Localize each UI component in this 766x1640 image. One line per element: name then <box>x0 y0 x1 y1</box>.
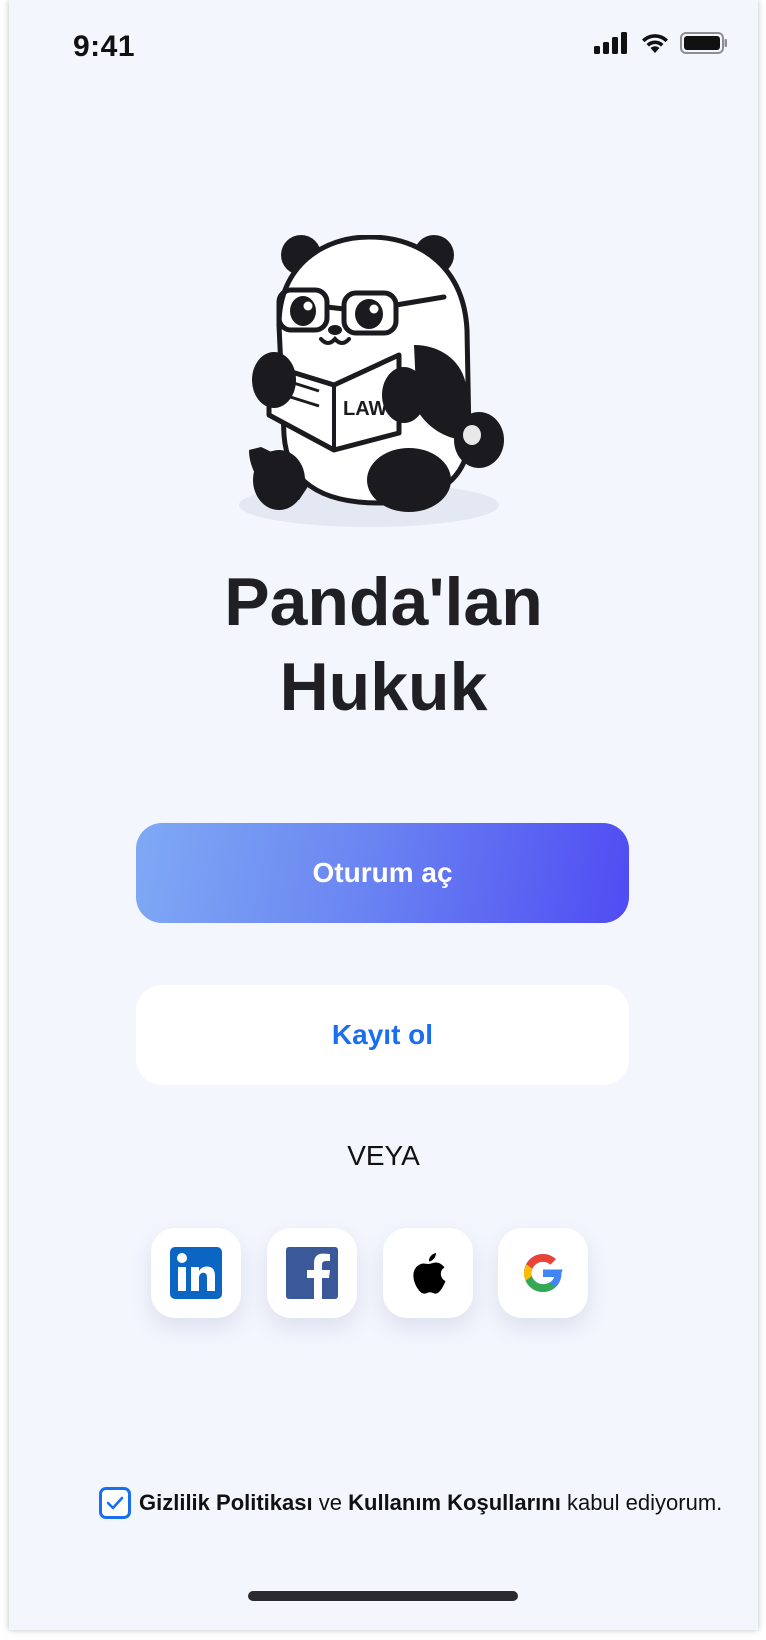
signal-icon <box>594 32 627 54</box>
apple-icon <box>413 1253 446 1294</box>
privacy-policy-link[interactable]: Gizlilik Politikası <box>139 1490 313 1516</box>
status-icons <box>594 32 728 54</box>
home-indicator[interactable] <box>248 1591 518 1601</box>
wifi-icon <box>642 34 668 53</box>
apple-login-button[interactable] <box>383 1228 473 1318</box>
terms-suffix-text: kabul ediyorum. <box>566 1490 723 1515</box>
google-icon <box>524 1254 563 1292</box>
status-time: 9:41 <box>73 30 136 63</box>
terms-consent: Gizlilik Politikası ve Kullanım Koşullar… <box>99 1487 738 1519</box>
app-title-line-1: Panda'lan <box>224 564 543 640</box>
facebook-icon <box>286 1247 338 1299</box>
social-login-row <box>9 1228 758 1320</box>
google-login-button[interactable] <box>498 1228 588 1318</box>
or-divider-text: VEYA <box>347 1140 420 1171</box>
linkedin-icon <box>170 1247 222 1299</box>
terms-connector-text: ve <box>318 1490 342 1515</box>
linkedin-login-button[interactable] <box>151 1228 241 1318</box>
check-icon <box>106 1496 124 1510</box>
battery-icon <box>680 32 727 54</box>
terms-of-use-link[interactable]: Kullanım Koşullarını <box>348 1490 561 1516</box>
terms-checkbox[interactable] <box>99 1487 131 1519</box>
phone-screen: 9:41 LAW Panda'lan Hukuk Oturum aç Kayıt… <box>9 0 758 1630</box>
app-title-line-2: Hukuk <box>279 649 488 725</box>
panda-mascot-illustration: LAW <box>239 235 504 527</box>
login-button[interactable]: Oturum aç <box>136 823 629 923</box>
book-label: LAW <box>343 398 388 420</box>
facebook-login-button[interactable] <box>267 1228 357 1318</box>
signup-button[interactable]: Kayıt ol <box>136 985 629 1085</box>
